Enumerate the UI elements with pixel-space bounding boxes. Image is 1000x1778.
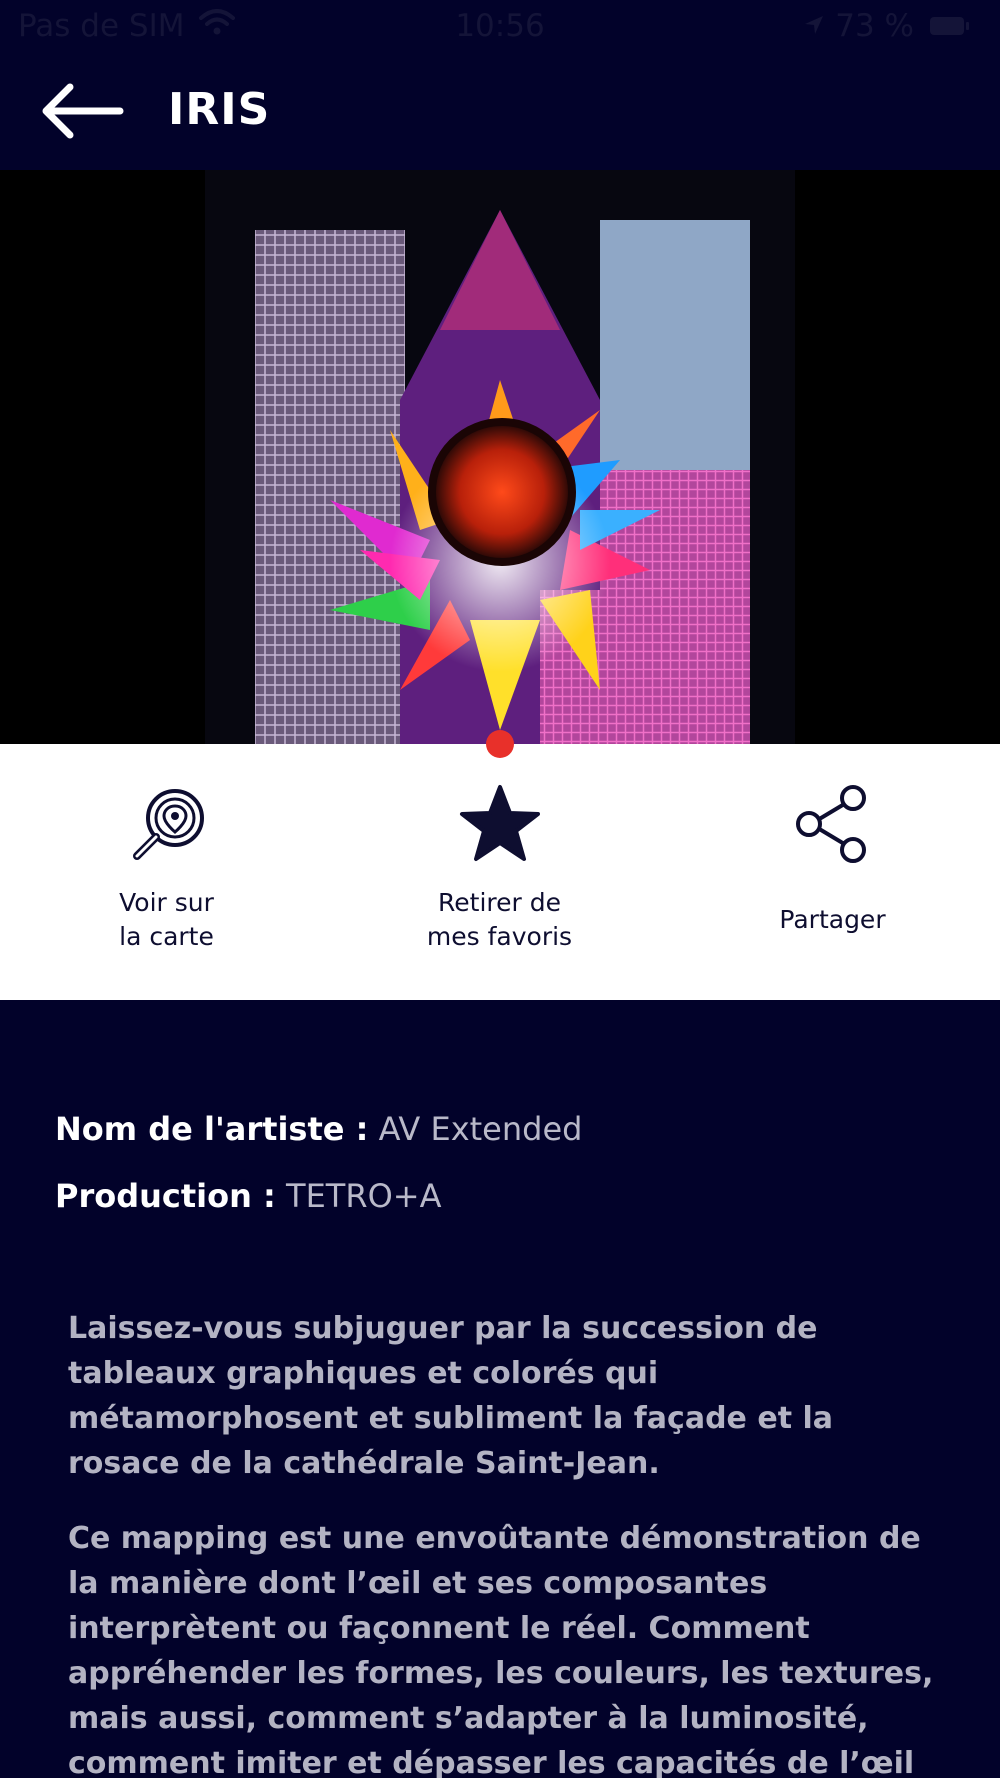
action-bar: Voir sur la carte Retirer de mes favoris	[0, 744, 1000, 1000]
cathedral-mapping-image	[0, 170, 1000, 744]
location-arrow-icon	[803, 8, 825, 44]
share-label: Partager	[779, 905, 886, 934]
remove-favorite-label-2: mes favoris	[426, 922, 573, 951]
production-value: TETRO+A	[286, 1177, 442, 1215]
page-title: IRIS	[168, 84, 271, 135]
carousel-page-indicator	[486, 730, 514, 758]
production-label: Production :	[55, 1177, 276, 1215]
battery-icon	[930, 17, 969, 35]
share-button[interactable]: Partager	[666, 744, 999, 1000]
hero-image[interactable]	[0, 170, 1000, 744]
nav-bar: IRIS	[0, 56, 1000, 170]
production-row: Production : TETRO+A	[55, 1177, 441, 1215]
screen: Pas de SIM 10:56 73 % IRIS Voir sur la c…	[0, 0, 1000, 1778]
view-on-map-label-2: la carte	[119, 922, 214, 951]
remove-favorite-label-1: Retirer de	[438, 888, 561, 917]
battery-percent: 73 %	[835, 8, 914, 44]
view-on-map-label-1: Voir sur	[119, 888, 214, 917]
artist-row: Nom de l'artiste : AV Extended	[55, 1110, 582, 1148]
description-paragraph-2: Ce mapping est une envoûtante démonstrat…	[68, 1521, 934, 1778]
description-paragraph-1: Laissez-vous subjuguer par la succession…	[68, 1311, 833, 1481]
view-on-map-button[interactable]: Voir sur la carte	[0, 744, 333, 1000]
map-search-icon	[127, 784, 207, 868]
back-button[interactable]	[38, 81, 128, 141]
status-right: 73 %	[803, 8, 969, 44]
artist-label: Nom de l'artiste :	[55, 1110, 369, 1148]
share-icon	[795, 784, 871, 868]
artist-value: AV Extended	[378, 1110, 583, 1148]
arrow-left-icon	[42, 83, 124, 139]
star-icon	[459, 784, 541, 868]
status-bar: Pas de SIM 10:56 73 %	[0, 0, 1000, 56]
remove-favorite-button[interactable]: Retirer de mes favoris	[333, 744, 666, 1000]
